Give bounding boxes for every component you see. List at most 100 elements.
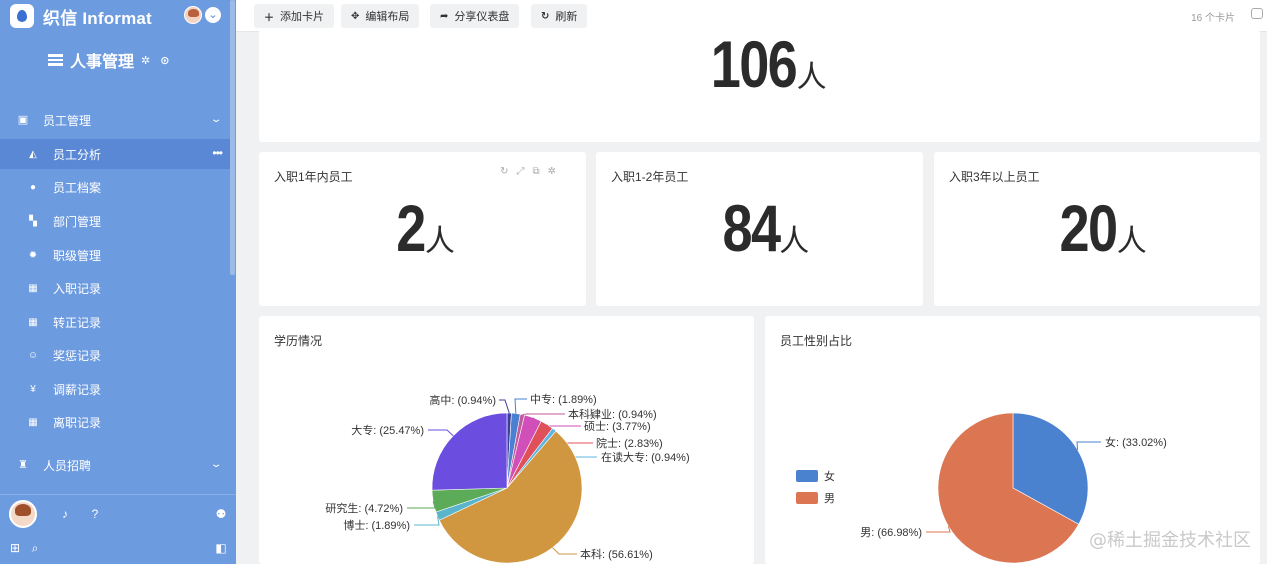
add-card-button[interactable]: ＋ 添加卡片 (254, 4, 334, 28)
label-line-7 (414, 516, 440, 526)
user-avatar[interactable] (9, 500, 37, 528)
circle-dot-icon[interactable]: ⊙ (160, 54, 169, 67)
slice-label-9: 大专: (25.47%) (351, 423, 424, 437)
label-line-6 (552, 547, 577, 555)
refresh-icon: ↻ (541, 10, 550, 22)
label-line-0 (499, 399, 510, 414)
slice-label-7: 博士: (1.89%) (343, 519, 410, 532)
legend-label-1[interactable]: 男 (824, 493, 835, 505)
slice-label-0: 高中: (0.94%) (429, 393, 496, 407)
education-pie-chart: 高中: (0.94%) 中专: (1.89%)本科肄业: (0.94%)硕士: (… (325, 392, 690, 564)
add-user-icon[interactable]: ⚉ (214, 507, 228, 521)
metric-number: 84 (722, 191, 781, 265)
sidebar: 织信 Informat ⌄ 人事管理 ✲ ⊙ ▣ 员工管理 ⌄ ◭ 员工分析 •… (0, 0, 236, 564)
metric-unit: 人 (796, 61, 827, 94)
user-avatar[interactable] (184, 6, 202, 24)
app-list-icon (48, 54, 63, 66)
add-square-icon[interactable]: ⊞ (8, 541, 22, 555)
sidebar-footer: ♪ ? ⚉ ⊞ ⌕ ◧ (0, 494, 236, 564)
label-line-9 (428, 429, 454, 437)
yen-icon: ¥ (30, 383, 36, 395)
one-to-two-year-card: 入职1-2年员工 84人 (596, 152, 923, 306)
app-title-text: 人事管理 (70, 54, 135, 71)
menu-item-rank[interactable]: ✹ 职级管理 (0, 240, 230, 270)
menu-group-recruitment[interactable]: ♜ 人员招聘 ⌄ (0, 450, 236, 480)
within-1-year-card: 入职1年内员工 ↻⤢⧉✲ 2人 (259, 152, 586, 306)
menu-item-employee-analysis[interactable]: ◭ 员工分析 ••• (0, 139, 230, 169)
help-icon[interactable]: ? (88, 507, 102, 521)
menu-item-label: 员工分析 (53, 147, 102, 162)
brand[interactable]: 织信 Informat (10, 4, 152, 28)
plus-icon: ＋ (264, 12, 274, 24)
pie-slice-9[interactable] (431, 412, 508, 491)
bell-icon[interactable]: ♪ (58, 507, 72, 521)
slice-label-5: 在读大专: (0.94%) (601, 450, 690, 464)
table-icon: ▦ (28, 316, 38, 328)
card-tools: ↻⤢⧉✲ (500, 166, 564, 177)
menu-item-regularization[interactable]: ▦ 转正记录 (0, 307, 230, 337)
legend-label-0[interactable]: 女 (824, 469, 835, 483)
slice-label-3: 硕士: (3.77%) (584, 420, 651, 433)
user-circle-icon: ● (29, 181, 37, 193)
share-dashboard-button[interactable]: ➦ 分享仪表盘 (430, 4, 520, 28)
over-3-year-card: 入职3年以上员工 20人 (934, 152, 1260, 306)
legend-swatch-1[interactable] (796, 492, 818, 504)
collapse-icon[interactable]: ◧ (214, 541, 228, 555)
fullscreen-icon[interactable]: ⤢ (516, 166, 532, 177)
refresh-icon[interactable]: ↻ (500, 166, 516, 177)
legend-swatch-0[interactable] (796, 470, 818, 482)
brand-logo-icon (10, 4, 34, 28)
copy-icon[interactable]: ⧉ (532, 166, 547, 177)
menu-item-salary[interactable]: ¥ 调薪记录 (0, 374, 230, 404)
share-dashboard-label: 分享仪表盘 (454, 11, 510, 23)
metric-unit: 人 (779, 225, 810, 258)
label-line-8 (407, 501, 436, 509)
metric-value: 84人 (596, 190, 923, 266)
menu-item-onboarding[interactable]: ▦ 入职记录 (0, 273, 230, 303)
area-chart-icon: ◭ (29, 148, 37, 160)
total-employees-card: 106人 (259, 27, 1260, 142)
menu-item-department[interactable]: ▚ 部门管理 (0, 206, 230, 236)
badge-icon: ✹ (28, 249, 38, 261)
card-title: 入职1-2年员工 (611, 170, 689, 184)
menu-item-label: 转正记录 (53, 315, 102, 330)
refresh-label: 刷新 (555, 11, 578, 23)
gear-icon[interactable]: ✲ (141, 54, 150, 67)
search-icon[interactable]: ⌕ (28, 541, 42, 556)
menu-item-label: 调薪记录 (53, 382, 102, 397)
refresh-button[interactable]: ↻ 刷新 (531, 4, 588, 28)
chevron-down-circle-icon[interactable]: ⌄ (205, 7, 221, 23)
slice-label-1: 中专: (1.89%) (530, 392, 597, 406)
metric-value: 20人 (934, 190, 1260, 266)
brand-name: 织信 Informat (43, 8, 152, 28)
menu-item-label: 离职记录 (53, 415, 102, 430)
card-title: 入职1年内员工 (274, 170, 353, 184)
metric-unit: 人 (424, 225, 455, 258)
table-icon: ▦ (28, 416, 38, 428)
slice-label-2: 本科肄业: (0.94%) (568, 407, 657, 421)
gear-icon[interactable]: ✲ (548, 166, 564, 177)
slice-label-4: 院士: (2.83%) (596, 436, 663, 450)
chevron-down-icon: ⌄ (209, 114, 223, 125)
edit-layout-button[interactable]: ✥ 编辑布局 (341, 4, 420, 28)
slice-label-6: 本科: (56.61%) (580, 547, 653, 561)
card-title: 入职3年以上员工 (949, 170, 1040, 184)
menu-item-label: 员工档案 (53, 180, 102, 195)
menu-item-resignation[interactable]: ▦ 离职记录 (0, 407, 230, 437)
menu-item-rewards[interactable]: ☺ 奖惩记录 (0, 340, 230, 370)
metric-unit: 人 (1116, 225, 1147, 258)
slice-label-8: 研究生: (4.72%) (325, 501, 403, 515)
label-line-0 (1076, 441, 1101, 450)
menu-group-label: 人员招聘 (43, 458, 92, 473)
label-line-1 (514, 398, 527, 414)
smile-icon: ☺ (27, 349, 39, 361)
metric-number: 20 (1059, 191, 1119, 265)
metric-number: 2 (396, 191, 426, 265)
sidebar-scrollbar[interactable] (230, 0, 235, 275)
education-chart-card: 学历情况 高中: (0.94%) 中专: (1.89%) 本科肄业: (0.94%)… (259, 316, 754, 564)
more-icon[interactable]: ••• (212, 146, 223, 160)
menu-group-employee[interactable]: ▣ 员工管理 ⌄ (0, 105, 236, 135)
menu-item-employee-records[interactable]: ● 员工档案 (0, 172, 230, 202)
table-icon: ▦ (28, 282, 38, 294)
comment-icon[interactable] (1251, 8, 1263, 19)
